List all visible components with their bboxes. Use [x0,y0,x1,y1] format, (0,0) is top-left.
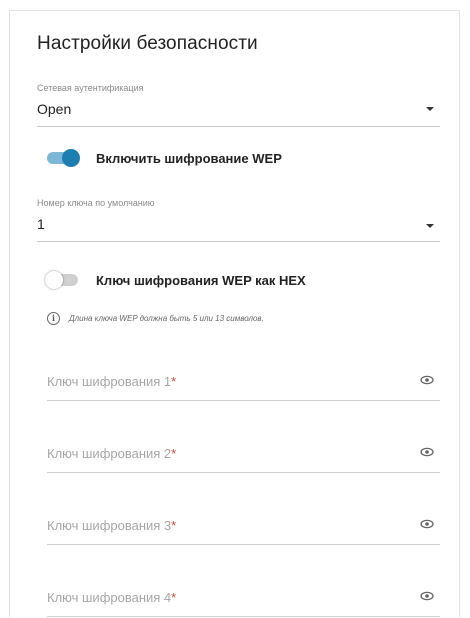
required-marker: * [171,446,177,461]
toggle-switch[interactable] [47,149,80,167]
default-key-select[interactable]: Номер ключа по умолчанию 1 [37,198,440,242]
eye-icon[interactable] [420,519,434,529]
info-icon: i [47,312,60,325]
eye-icon[interactable] [420,447,434,457]
default-key-value: 1 [37,216,45,232]
hint-text: Длина ключа WEP должна быть 5 или 13 сим… [69,314,264,323]
eye-icon[interactable] [420,375,434,385]
chevron-down-icon [426,224,434,228]
toggle-switch[interactable] [45,271,78,289]
wep-key-2-placeholder: Ключ шифрования 2* [47,446,177,461]
key-length-hint: i Длина ключа WEP должна быть 5 или 13 с… [47,312,264,325]
network-auth-select[interactable]: Сетевая аутентификация Open [37,83,440,127]
wep-hex-toggle[interactable]: Ключ шифрования WEP как HEX [45,270,306,290]
network-auth-value: Open [37,101,72,117]
required-marker: * [171,374,177,389]
wep-key-1-field[interactable]: Ключ шифрования 1* [47,374,440,402]
default-key-label: Номер ключа по умолчанию [37,198,155,208]
chevron-down-icon [426,107,434,111]
wep-hex-label: Ключ шифрования WEP как HEX [96,272,306,288]
page-title: Настройки безопасности [37,33,258,54]
enable-wep-toggle[interactable]: Включить шифрование WEP [47,148,282,168]
required-marker: * [171,590,177,605]
toggle-knob [62,149,80,167]
wep-key-2-field[interactable]: Ключ шифрования 2* [47,446,440,474]
wep-key-3-placeholder: Ключ шифрования 3* [47,518,177,533]
wep-key-4-field[interactable]: Ключ шифрования 4* [47,590,440,618]
network-auth-label: Сетевая аутентификация [37,83,144,93]
wep-key-1-placeholder: Ключ шифрования 1* [47,374,177,389]
wep-key-4-placeholder: Ключ шифрования 4* [47,590,177,605]
wep-key-3-field[interactable]: Ключ шифрования 3* [47,518,440,546]
required-marker: * [171,518,177,533]
enable-wep-label: Включить шифрование WEP [96,150,282,166]
eye-icon[interactable] [420,591,434,601]
toggle-knob [45,271,63,289]
